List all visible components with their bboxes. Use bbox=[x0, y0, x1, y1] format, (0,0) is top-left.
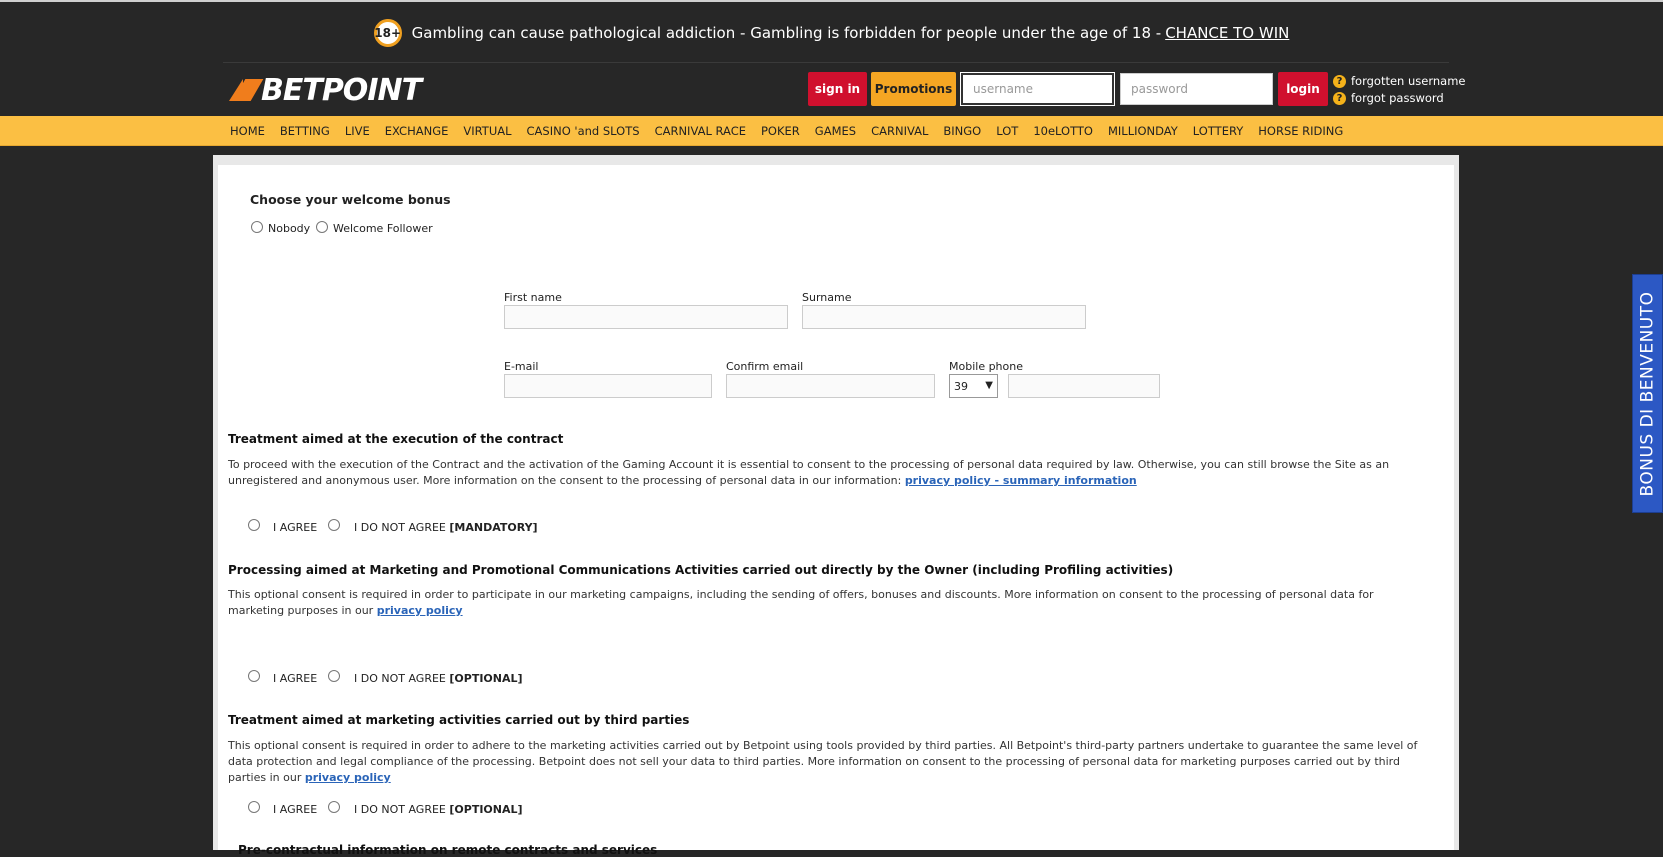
nav-item-betting[interactable]: BETTING bbox=[280, 124, 330, 138]
bonus-welcome-follower-radio[interactable] bbox=[316, 221, 328, 233]
third-party-section-title: Treatment aimed at marketing activities … bbox=[228, 713, 690, 727]
confirm-email-label: Confirm email bbox=[726, 360, 804, 373]
header-divider bbox=[223, 62, 1449, 63]
nav-items: HOME BETTING LIVE EXCHANGE VIRTUAL CASINO 'an… bbox=[223, 116, 1351, 145]
question-icon: ? bbox=[1333, 91, 1346, 105]
nav-item-live[interactable]: LIVE bbox=[345, 124, 370, 138]
warning-text: Gambling can cause pathological addictio… bbox=[411, 24, 1162, 42]
nav-item-casino-and-slots[interactable]: CASINO 'and SLOTS bbox=[527, 124, 640, 138]
third-party-section-text: This optional consent is required in ord… bbox=[228, 739, 1418, 784]
chevron-down-icon: ▼ bbox=[985, 380, 993, 391]
sign-in-button[interactable]: sign in bbox=[808, 72, 867, 106]
password-input[interactable]: password bbox=[1120, 73, 1273, 105]
nav-item-games[interactable]: GAMES bbox=[815, 124, 856, 138]
contract-disagree-radio[interactable] bbox=[328, 519, 340, 531]
nav-item-10elotto[interactable]: 10eLOTTO bbox=[1033, 124, 1093, 138]
mobile-phone-input[interactable] bbox=[1008, 374, 1160, 398]
nav-item-carnival-race[interactable]: CARNIVAL RACE bbox=[655, 124, 746, 138]
marketing-agree-radio[interactable] bbox=[248, 670, 260, 682]
marketing-section-text: This optional consent is required in ord… bbox=[228, 588, 1374, 617]
marketing-section-title: Processing aimed at Marketing and Promot… bbox=[228, 563, 1174, 577]
main-nav: HOME BETTING LIVE EXCHANGE VIRTUAL CASINO 'an… bbox=[0, 116, 1663, 146]
first-name-input[interactable] bbox=[504, 305, 788, 329]
third-party-agree-radio[interactable] bbox=[248, 801, 260, 813]
email-label: E-mail bbox=[504, 360, 539, 373]
phone-prefix-select[interactable]: 39 ▼ bbox=[949, 374, 998, 398]
surname-input[interactable] bbox=[802, 305, 1086, 329]
forgot-password-link[interactable]: ? forgot password bbox=[1333, 91, 1444, 105]
third-party-disagree-label: I DO NOT AGREE [OPTIONAL] bbox=[354, 803, 523, 816]
bonus-nobody-label: Nobody bbox=[268, 222, 311, 235]
chance-to-win-link[interactable]: CHANCE TO WIN bbox=[1165, 24, 1289, 42]
marketing-disagree-radio[interactable] bbox=[328, 670, 340, 682]
contract-agree-label: I AGREE bbox=[273, 521, 318, 534]
optional-tag: [OPTIONAL] bbox=[449, 672, 523, 685]
first-name-label: First name bbox=[504, 291, 562, 304]
bonus-nobody-radio[interactable] bbox=[251, 221, 263, 233]
betpoint-logo[interactable]: BETPOINT bbox=[229, 72, 422, 108]
third-party-agree-label: I AGREE bbox=[273, 803, 318, 816]
nav-item-exchange[interactable]: EXCHANGE bbox=[385, 124, 449, 138]
marketing-disagree-label: I DO NOT AGREE [OPTIONAL] bbox=[354, 672, 523, 685]
privacy-policy-link-third-party[interactable]: privacy policy bbox=[305, 771, 391, 784]
email-input[interactable] bbox=[504, 374, 712, 398]
nav-item-lottery[interactable]: LOTTERY bbox=[1193, 124, 1243, 138]
mobile-phone-label: Mobile phone bbox=[949, 360, 1024, 373]
forgot-username-link[interactable]: ? forgotten username bbox=[1333, 74, 1465, 88]
contract-agree-radio[interactable] bbox=[248, 519, 260, 531]
confirm-email-input[interactable] bbox=[726, 374, 935, 398]
nav-item-lot[interactable]: LOT bbox=[996, 124, 1018, 138]
nav-item-poker[interactable]: POKER bbox=[761, 124, 800, 138]
privacy-summary-link[interactable]: privacy policy - summary information bbox=[905, 474, 1137, 487]
promotions-button[interactable]: Promotions bbox=[871, 72, 956, 106]
welcome-bonus-side-tab[interactable]: BONUS DI BENVENUTO bbox=[1632, 274, 1663, 513]
optional-tag: [OPTIONAL] bbox=[449, 803, 523, 816]
logo-text: BETPOINT bbox=[261, 72, 422, 108]
third-party-disagree-radio[interactable] bbox=[328, 801, 340, 813]
marketing-agree-label: I AGREE bbox=[273, 672, 318, 685]
logo-mark-icon bbox=[229, 79, 259, 101]
nav-item-bingo[interactable]: BINGO bbox=[943, 124, 981, 138]
nav-item-millionday[interactable]: MILLIONDAY bbox=[1108, 124, 1178, 138]
login-button[interactable]: login bbox=[1278, 72, 1328, 106]
privacy-policy-link-marketing[interactable]: privacy policy bbox=[377, 604, 463, 617]
nav-item-carnival[interactable]: CARNIVAL bbox=[871, 124, 928, 138]
surname-label: Surname bbox=[802, 291, 852, 304]
nav-item-home[interactable]: HOME bbox=[230, 124, 265, 138]
nav-item-horse-riding[interactable]: HORSE RIDING bbox=[1258, 124, 1343, 138]
welcome-bonus-title: Choose your welcome bonus bbox=[250, 192, 451, 207]
contract-section-title: Treatment aimed at the execution of the … bbox=[228, 432, 564, 446]
bonus-welcome-follower-label: Welcome Follower bbox=[333, 222, 433, 235]
age-18-badge-icon: 18+ bbox=[373, 19, 402, 47]
pre-contractual-section-title: Pre-contractual information on remote co… bbox=[238, 843, 658, 857]
contract-section-text: To proceed with the execution of the Con… bbox=[228, 458, 1390, 487]
contract-disagree-label: I DO NOT AGREE [MANDATORY] bbox=[354, 521, 538, 534]
nav-item-virtual[interactable]: VIRTUAL bbox=[463, 124, 511, 138]
question-icon: ? bbox=[1333, 74, 1346, 88]
mandatory-tag: [MANDATORY] bbox=[449, 521, 538, 534]
username-input[interactable]: username bbox=[960, 72, 1115, 106]
gambling-warning-bar: 18+ Gambling can cause pathological addi… bbox=[0, 2, 1663, 64]
